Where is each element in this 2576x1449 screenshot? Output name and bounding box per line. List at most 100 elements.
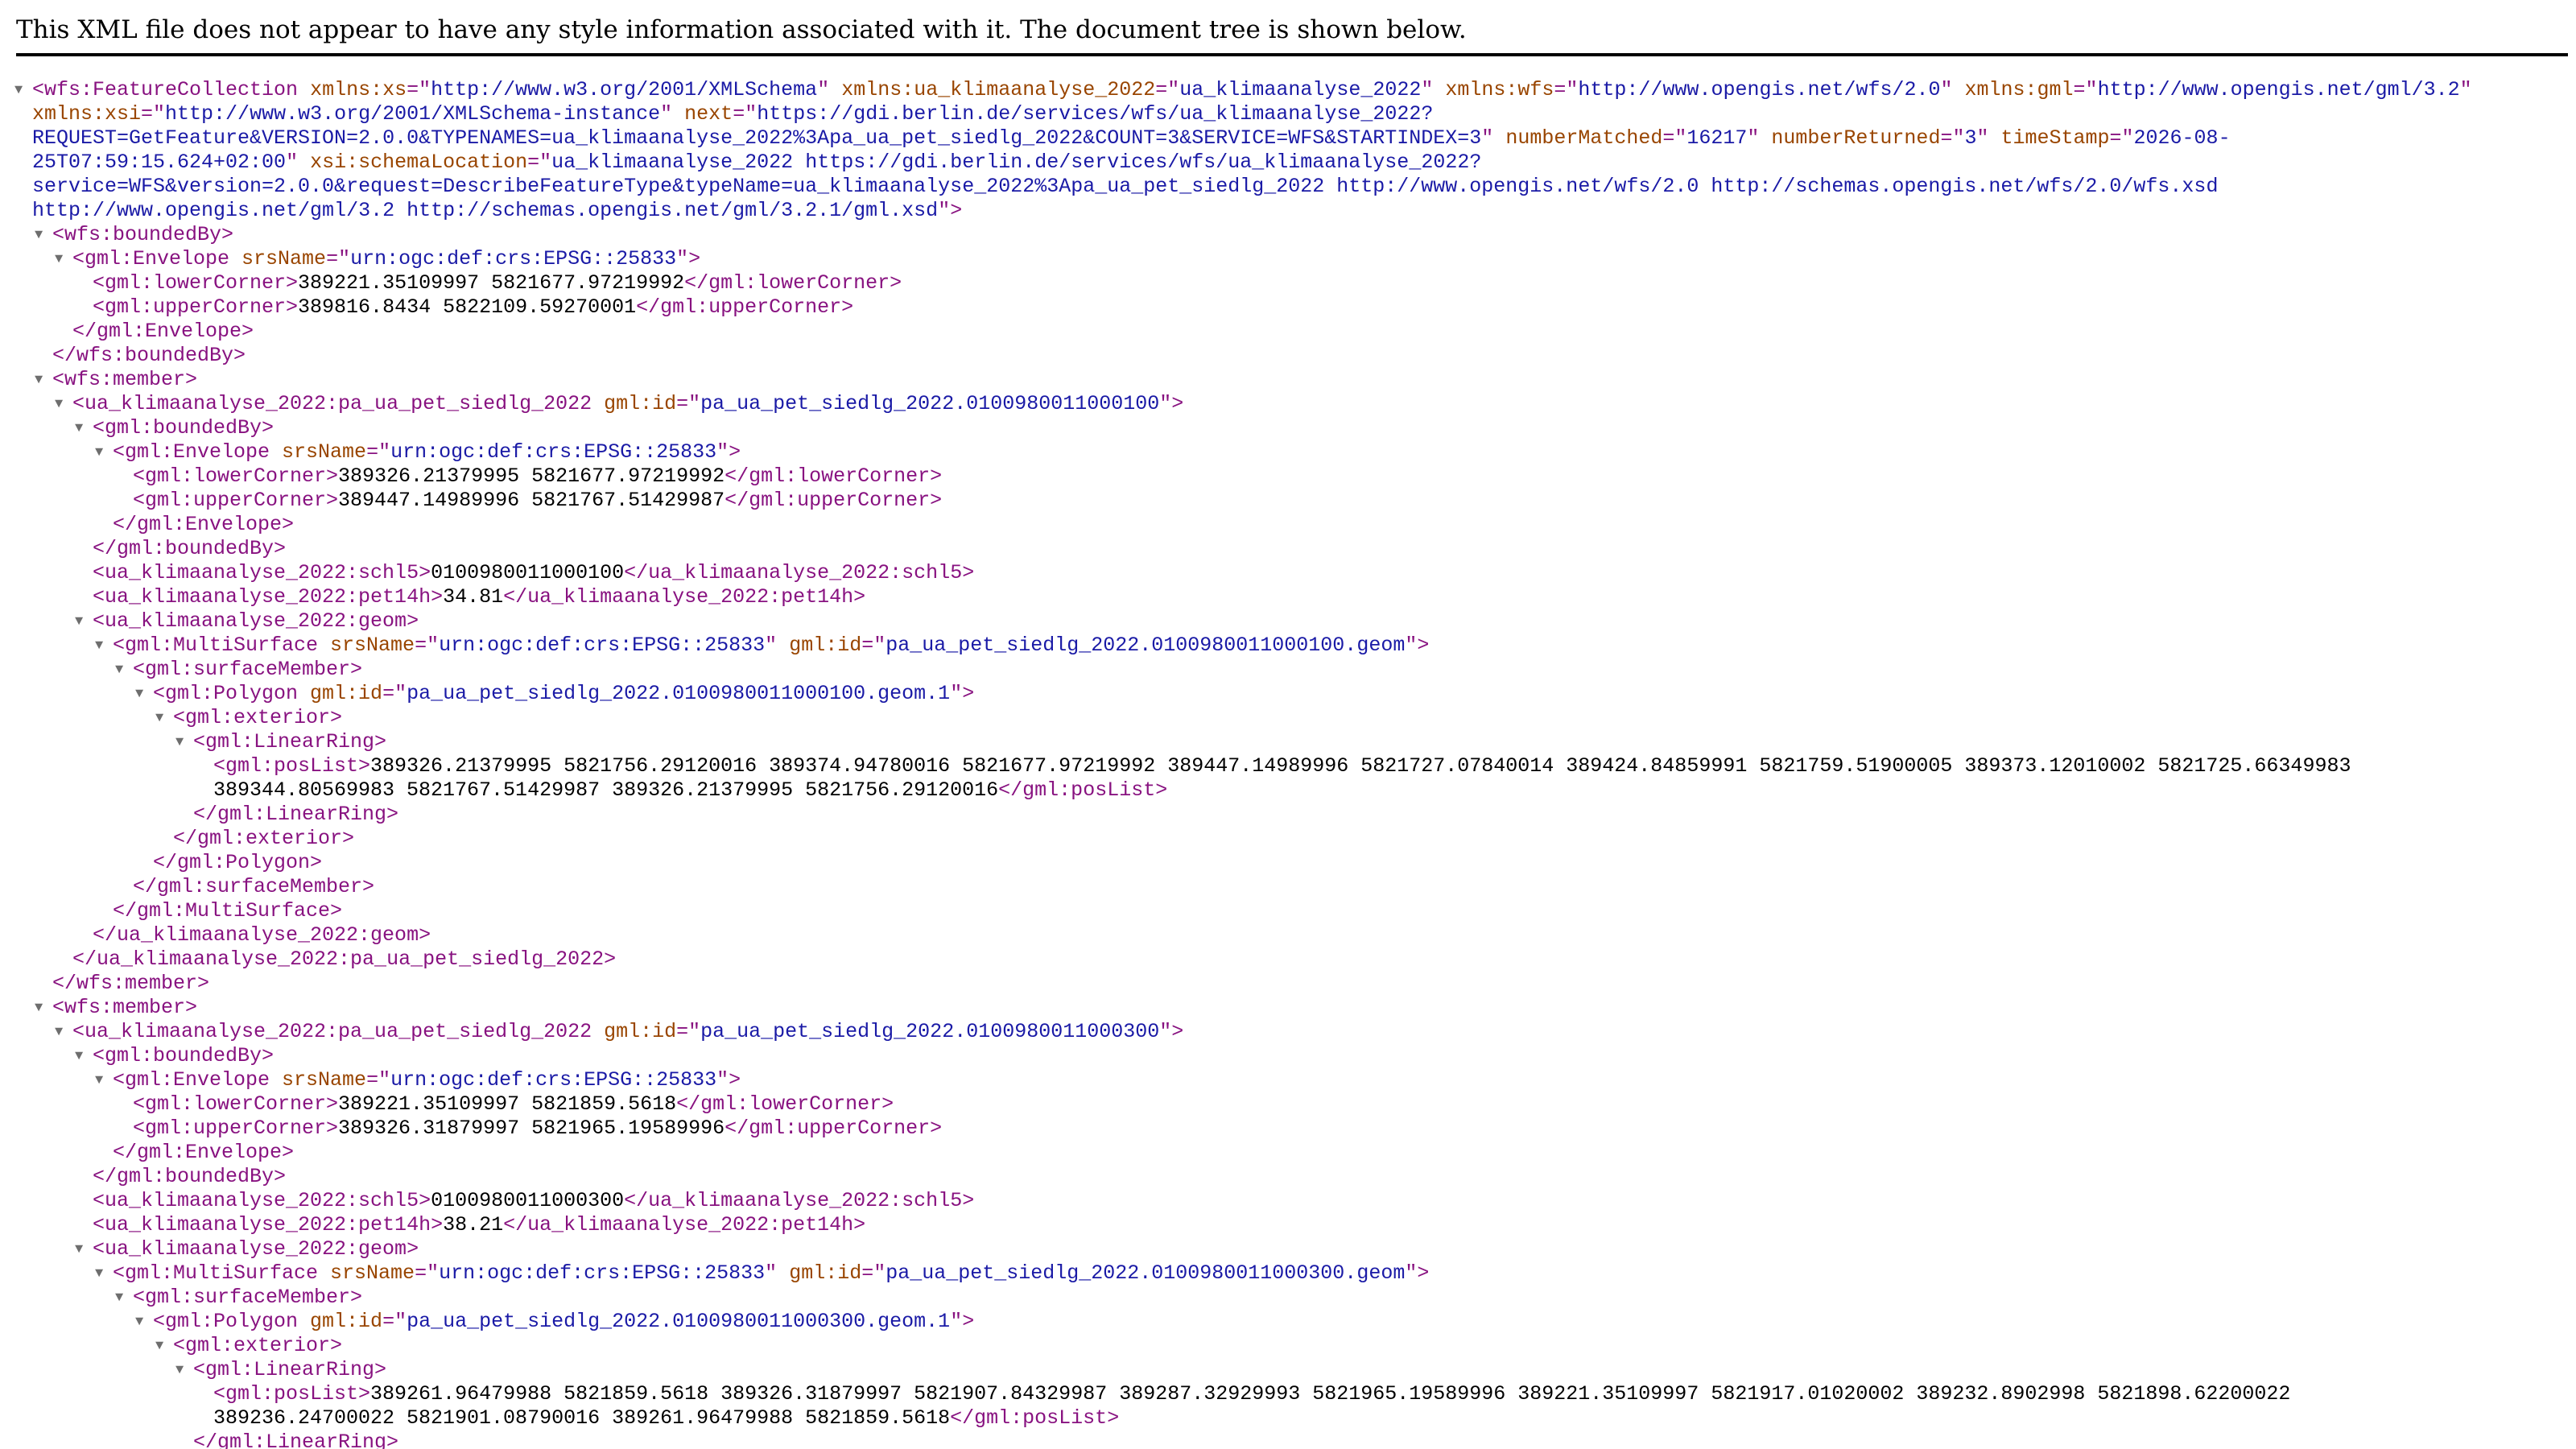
xml-tag: <wfs:boundedBy> — [52, 223, 234, 246]
xml-tag: " — [817, 78, 842, 101]
xml-tag: </wfs:member> — [52, 972, 210, 995]
xml-attribute-value: urn:ogc:def:crs:EPSG::25833 — [390, 1068, 717, 1092]
xml-attribute-value: pa_ua_pet_siedlg_2022.0100980011000300.g… — [407, 1310, 951, 1333]
triangle-down-icon[interactable]: ▼ — [115, 1286, 123, 1311]
xml-tag: <wfs:member> — [52, 996, 198, 1019]
xml-tag: "> — [938, 199, 963, 222]
xml-attribute-value: urn:ogc:def:crs:EPSG::25833 — [439, 1261, 766, 1285]
xml-line: <ua_klimaanalyse_2022:schl5>010098001100… — [0, 561, 2576, 585]
xml-tag: </ua_klimaanalyse_2022:pa_ua_pet_siedlg_… — [72, 947, 617, 971]
xml-line: ▼ <gml:Polygon gml:id="pa_ua_pet_siedlg_2… — [0, 682, 2576, 706]
xml-line: </gml:Envelope> — [0, 1141, 2576, 1165]
xml-document-tree: ▼ <wfs:FeatureCollection xmlns:xs="http:/… — [0, 78, 2576, 1449]
xml-attribute-value: 25T07:59:15.624+02:00 — [32, 151, 287, 174]
xml-attribute-value: http://www.opengis.net/wfs/2.0 — [1578, 78, 1941, 101]
xml-tag: </gml:posList> — [998, 778, 1168, 802]
xml-tag: </ua_klimaanalyse_2022:pet14h> — [503, 1213, 866, 1236]
xml-text: 389221.35109997 5821859.5618 — [338, 1092, 677, 1116]
triangle-down-icon[interactable]: ▼ — [155, 707, 163, 731]
xml-tag: <gml:Envelope — [113, 440, 283, 464]
xml-attribute-value: ua_klimaanalyse_2022 https://gdi.berlin.… — [551, 151, 1482, 174]
xml-tag: =" — [382, 682, 407, 705]
triangle-down-icon[interactable]: ▼ — [55, 1021, 63, 1045]
triangle-down-icon[interactable]: ▼ — [55, 393, 63, 417]
xml-line: ▼ <gml:boundedBy> — [0, 1044, 2576, 1068]
xml-tag: =" — [1940, 126, 1965, 150]
xml-tag: </gml:Envelope> — [113, 1141, 295, 1164]
triangle-down-icon[interactable]: ▼ — [75, 610, 83, 634]
xml-line: <gml:upperCorner>389447.14989996 5821767… — [0, 489, 2576, 513]
xml-tag: <gml:Polygon — [153, 1310, 311, 1333]
xml-attribute-value: urn:ogc:def:crs:EPSG::25833 — [439, 634, 766, 657]
xml-line: REQUEST=GetFeature&VERSION=2.0.0&TYPENAM… — [0, 126, 2576, 151]
triangle-down-icon[interactable]: ▼ — [175, 731, 184, 755]
xml-tag: =" — [861, 634, 886, 657]
xml-tag: =" — [733, 102, 758, 126]
xml-line: <gml:lowerCorner>389326.21379995 5821677… — [0, 464, 2576, 489]
xml-tag: <gml:upperCorner> — [133, 489, 339, 512]
xml-tag: <gml:exterior> — [173, 1334, 343, 1357]
triangle-down-icon[interactable]: ▼ — [95, 1262, 103, 1286]
xml-tag: =" — [676, 1020, 701, 1043]
xml-line: ▼ <gml:Envelope srsName="urn:ogc:def:crs:… — [0, 440, 2576, 464]
xml-line: ▼ <gml:surfaceMember> — [0, 1286, 2576, 1310]
xml-tag: <gml:posList> — [213, 754, 371, 778]
xml-line: ▼ <wfs:FeatureCollection xmlns:xs="http:/… — [0, 78, 2576, 102]
triangle-down-icon[interactable]: ▼ — [155, 1335, 163, 1359]
xml-line: <gml:lowerCorner>389221.35109997 5821859… — [0, 1092, 2576, 1117]
triangle-down-icon[interactable]: ▼ — [55, 248, 63, 272]
xml-tag: <gml:MultiSurface — [113, 1261, 331, 1285]
triangle-down-icon[interactable]: ▼ — [75, 417, 83, 441]
triangle-down-icon[interactable]: ▼ — [135, 683, 143, 707]
xml-text: 389221.35109997 5821677.97219992 — [298, 271, 685, 295]
xml-line: ▼ <gml:boundedBy> — [0, 416, 2576, 440]
xml-text: 389261.96479988 5821859.5618 389326.3187… — [370, 1382, 2291, 1406]
triangle-down-icon[interactable]: ▼ — [14, 79, 23, 103]
xml-tag: <gml:posList> — [213, 1382, 371, 1406]
no-style-info-message: This XML file does not appear to have an… — [16, 11, 2568, 56]
xml-tag: </gml:boundedBy> — [93, 537, 287, 560]
triangle-down-icon[interactable]: ▼ — [135, 1311, 143, 1335]
xml-tag: <ua_klimaanalyse_2022:schl5> — [93, 1189, 431, 1212]
triangle-down-icon[interactable]: ▼ — [95, 634, 103, 658]
triangle-down-icon[interactable]: ▼ — [35, 369, 43, 393]
xml-tag: </gml:LinearRing> — [193, 1430, 399, 1449]
xml-tag: =" — [2109, 126, 2134, 150]
triangle-down-icon[interactable]: ▼ — [95, 1069, 103, 1093]
xml-tag: </gml:exterior> — [173, 827, 355, 850]
xml-tag: </ua_klimaanalyse_2022:schl5> — [624, 561, 975, 584]
xml-attribute-value: pa_ua_pet_siedlg_2022.0100980011000100.g… — [407, 682, 951, 705]
xml-attribute-value: urn:ogc:def:crs:EPSG::25833 — [350, 247, 677, 270]
xml-attribute-name: next — [684, 102, 733, 126]
xml-tag: </gml:lowerCorner> — [724, 464, 943, 488]
xml-line: ▼ <gml:LinearRing> — [0, 730, 2576, 754]
xml-viewer-page: This XML file does not appear to have an… — [0, 0, 2576, 1449]
triangle-down-icon[interactable]: ▼ — [35, 224, 43, 248]
xml-text: 0100980011000100 — [431, 561, 625, 584]
xml-tag: "> — [716, 440, 741, 464]
triangle-down-icon[interactable]: ▼ — [35, 997, 43, 1021]
triangle-down-icon[interactable]: ▼ — [95, 441, 103, 465]
xml-line: </gml:exterior> — [0, 827, 2576, 851]
xml-attribute-value: service=WFS&version=2.0.0&request=Descri… — [32, 175, 2219, 198]
triangle-down-icon[interactable]: ▼ — [75, 1045, 83, 1069]
triangle-down-icon[interactable]: ▼ — [115, 658, 123, 683]
xml-attribute-value: https://gdi.berlin.de/services/wfs/ua_kl… — [757, 102, 1434, 126]
xml-line: </gml:Polygon> — [0, 851, 2576, 875]
xml-tag: "> — [1405, 1261, 1430, 1285]
xml-attribute-value: http://www.w3.org/2001/XMLSchema — [431, 78, 818, 101]
triangle-down-icon[interactable]: ▼ — [75, 1238, 83, 1262]
xml-line: ▼ <gml:MultiSurface srsName="urn:ogc:def:… — [0, 634, 2576, 658]
xml-tag: <ua_klimaanalyse_2022:pa_ua_pet_siedlg_2… — [72, 1020, 605, 1043]
xml-line: <gml:posList>389261.96479988 5821859.561… — [0, 1382, 2576, 1406]
xml-tag: <gml:surfaceMember> — [133, 1286, 363, 1309]
xml-tag: "> — [1159, 1020, 1184, 1043]
xml-attribute-name: srsName — [242, 247, 327, 270]
xml-tag: </gml:upperCorner> — [724, 1117, 943, 1140]
triangle-down-icon[interactable]: ▼ — [175, 1359, 184, 1383]
xml-tag: =" — [1155, 78, 1180, 101]
xml-tag: =" — [415, 1261, 440, 1285]
xml-line: ▼ <wfs:member> — [0, 368, 2576, 392]
xml-tag: =" — [366, 1068, 391, 1092]
xml-tag: <gml:lowerCorner> — [133, 464, 339, 488]
